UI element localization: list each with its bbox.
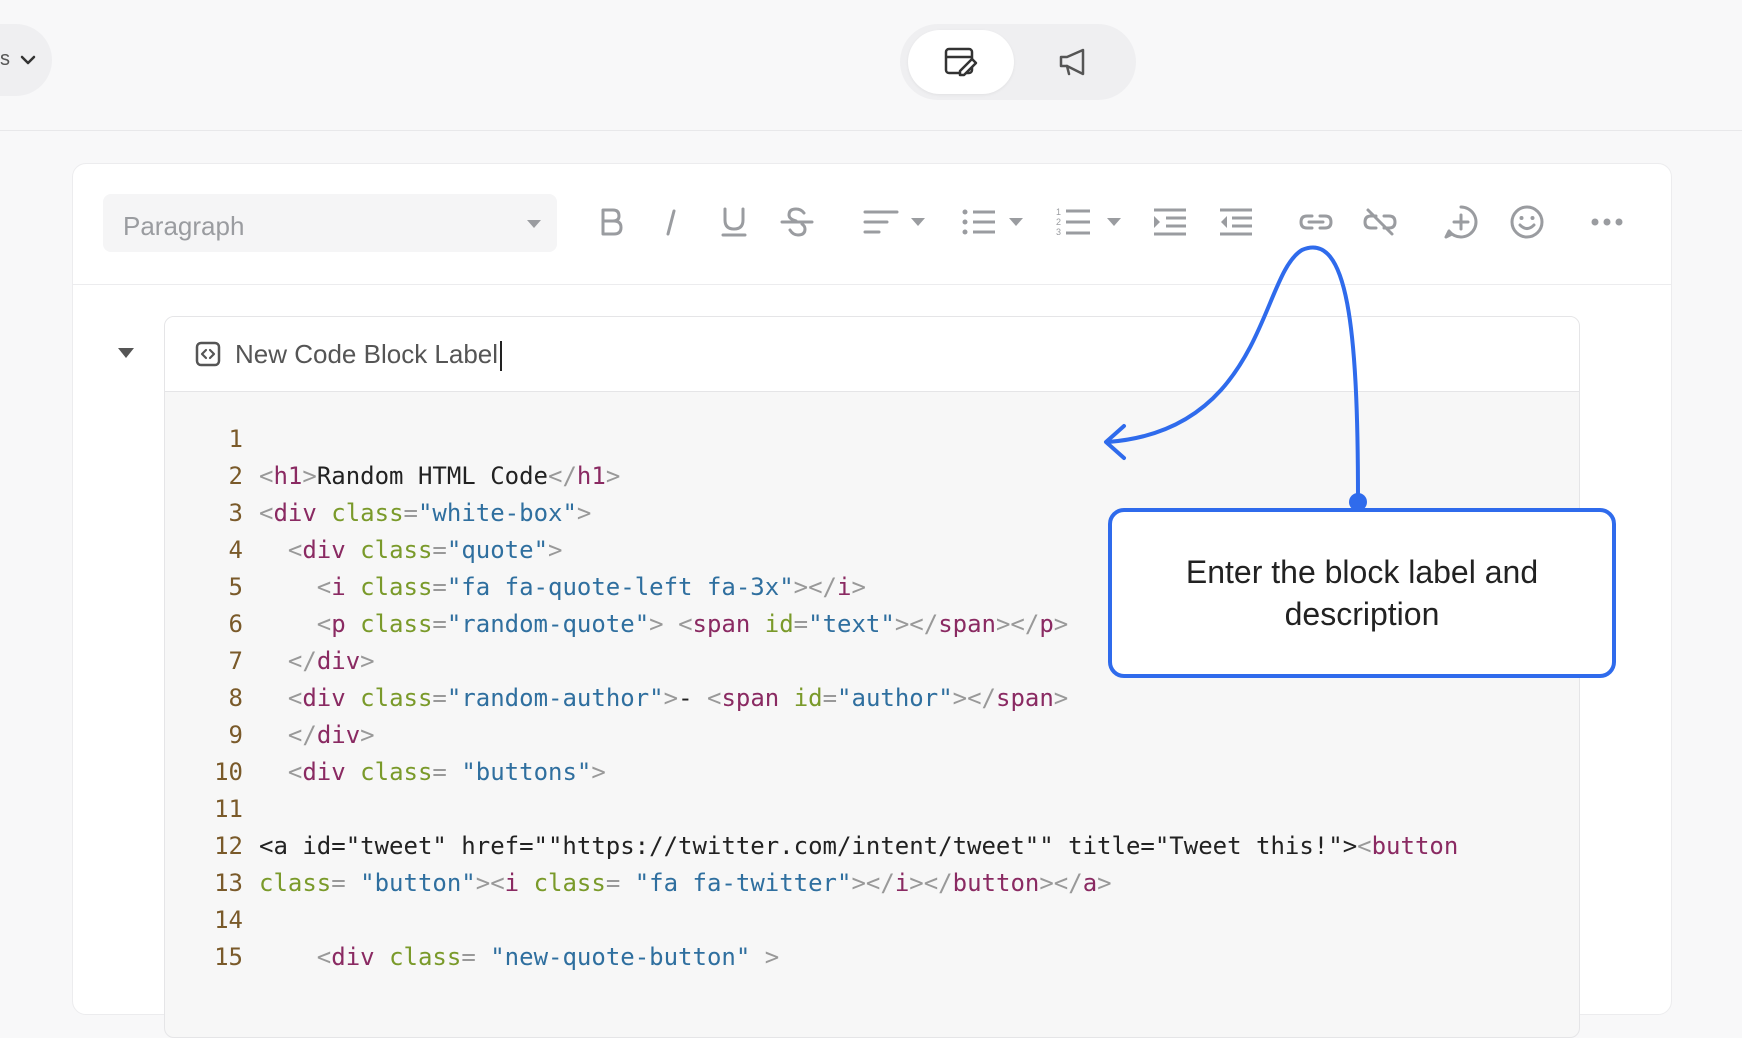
add-embed-icon: [1444, 205, 1478, 239]
more-button[interactable]: [1589, 204, 1625, 240]
underline-icon: [721, 207, 747, 237]
line-number: 8: [228, 684, 243, 712]
code-text: </div>: [287, 647, 375, 675]
code-line: 8 <div class="random-author">- <span id=…: [165, 680, 1579, 717]
code-editor[interactable]: 1 2 <h1>Random HTML Code</h1> 3 <div class…: [165, 421, 1579, 976]
code-text: <a id="tweet" href=""https://twitter.com…: [259, 832, 1459, 860]
code-line: 1: [165, 421, 1579, 458]
emoji-button[interactable]: [1509, 204, 1545, 240]
svg-text:3: 3: [1056, 227, 1061, 237]
paragraph-style-select[interactable]: Paragraph: [103, 194, 557, 252]
code-text: <div class= "buttons">: [287, 758, 606, 786]
chevron-down-icon: [20, 55, 36, 65]
line-number: 5: [228, 573, 243, 601]
bullet-list-button[interactable]: [961, 204, 997, 240]
svg-text:2: 2: [1056, 217, 1061, 227]
outdent-icon: [1220, 208, 1252, 236]
code-line: 15 <div class= "new-quote-button" >: [165, 939, 1579, 976]
code-text: <div class="quote">: [287, 536, 563, 564]
edit-document-icon: [944, 47, 978, 77]
collapse-toggle-icon[interactable]: [118, 348, 134, 358]
caret-down-icon: [1009, 218, 1023, 226]
bullet-list-dropdown[interactable]: [1009, 204, 1023, 240]
emoji-icon: [1510, 205, 1544, 239]
line-number: 1: [228, 425, 243, 453]
code-line: 11: [165, 791, 1579, 828]
code-line: 9 </div>: [165, 717, 1579, 754]
code-text: <div class="random-author">- <span id="a…: [287, 684, 1069, 712]
line-number: 14: [214, 906, 243, 934]
more-icon: [1591, 218, 1623, 226]
top-bar: s: [0, 0, 1742, 131]
code-block-label-text: New Code Block Label: [235, 339, 499, 369]
code-line: 13 class= "button"><i class= "fa fa-twitt…: [165, 865, 1579, 902]
line-number: 10: [214, 758, 243, 786]
line-number: 2: [228, 462, 243, 490]
caret-down-icon: [911, 218, 925, 226]
code-text: <p class="random-quote"> <span id="text"…: [316, 610, 1069, 638]
callout-tooltip: Enter the block label and description: [1108, 508, 1616, 678]
code-block-icon: [195, 341, 221, 367]
line-number: 3: [228, 499, 243, 527]
line-number: 11: [214, 795, 243, 823]
code-text: </div>: [287, 721, 375, 749]
indent-button[interactable]: [1152, 204, 1188, 240]
code-line: 14: [165, 902, 1579, 939]
line-number: 4: [228, 536, 243, 564]
bold-icon: [601, 208, 623, 236]
code-line: 12 <a id="tweet" href=""https://twitter.c…: [165, 828, 1579, 865]
link-button[interactable]: [1298, 204, 1334, 240]
text-caret: [500, 341, 503, 372]
italic-icon: [666, 209, 676, 236]
underline-button[interactable]: [716, 204, 752, 240]
line-number: 9: [228, 721, 243, 749]
line-number: 13: [214, 869, 243, 897]
workspace-dropdown[interactable]: s: [0, 24, 52, 96]
add-embed-button[interactable]: [1443, 204, 1479, 240]
line-number: 15: [214, 943, 243, 971]
line-number: 12: [214, 832, 243, 860]
caret-down-icon: [527, 220, 541, 228]
paragraph-style-label: Paragraph: [123, 211, 245, 241]
strikethrough-icon: [780, 207, 814, 237]
align-button[interactable]: [863, 204, 899, 240]
align-dropdown[interactable]: [911, 204, 925, 240]
code-line: 10 <div class= "buttons">: [165, 754, 1579, 791]
code-text: class= "button"><i class= "fa fa-twitter…: [259, 869, 1112, 897]
megaphone-icon: [1059, 48, 1085, 76]
line-number: 7: [228, 647, 243, 675]
bold-button[interactable]: [593, 204, 629, 240]
workspace-name: s: [0, 48, 10, 70]
formatting-toolbar: Paragraph 123: [73, 164, 1671, 285]
code-line: 2 <h1>Random HTML Code</h1>: [165, 458, 1579, 495]
align-icon: [863, 210, 899, 234]
code-block-label-input[interactable]: New Code Block Label: [235, 339, 503, 372]
code-text: <div class= "new-quote-button" >: [316, 943, 780, 971]
mode-switcher: [900, 24, 1136, 100]
edit-mode-button[interactable]: [908, 30, 1014, 94]
unlink-button[interactable]: [1362, 204, 1398, 240]
numbered-list-button[interactable]: 123: [1056, 204, 1092, 240]
line-number: 6: [228, 610, 243, 638]
outdent-button[interactable]: [1218, 204, 1254, 240]
code-block-header: New Code Block Label: [165, 317, 1579, 392]
indent-icon: [1154, 208, 1186, 236]
numbered-list-dropdown[interactable]: [1107, 204, 1121, 240]
code-text: <div class="white-box">: [259, 499, 592, 527]
callout-text: Enter the block label and description: [1185, 554, 1539, 632]
strikethrough-button[interactable]: [779, 204, 815, 240]
code-text: <i class="fa fa-quote-left fa-3x"></i>: [316, 573, 866, 601]
unlink-icon: [1363, 208, 1397, 236]
italic-button[interactable]: [653, 204, 689, 240]
numbered-list-icon: 123: [1056, 207, 1090, 237]
svg-text:1: 1: [1056, 207, 1061, 217]
code-text: <h1>Random HTML Code</h1>: [259, 462, 621, 490]
bullet-list-icon: [962, 209, 995, 235]
link-icon: [1299, 214, 1333, 230]
caret-down-icon: [1107, 218, 1121, 226]
publish-mode-button[interactable]: [1020, 30, 1126, 94]
